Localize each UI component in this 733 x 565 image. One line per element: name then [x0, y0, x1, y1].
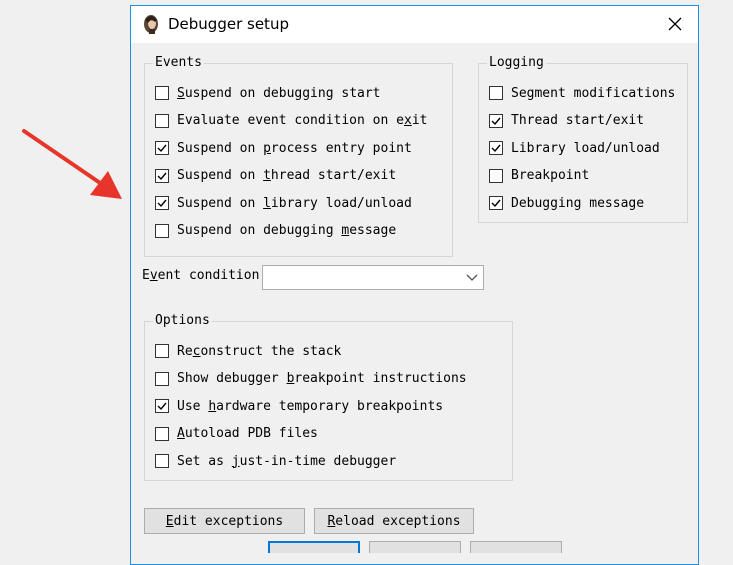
checkmark-icon — [157, 199, 167, 208]
checkmark-icon — [491, 144, 501, 153]
ida-portrait-icon — [144, 15, 158, 34]
events-legend: Events — [153, 55, 204, 70]
reload-exceptions-button[interactable]: Reload exceptions — [314, 508, 474, 534]
events-option-label: Suspend on thread start/exit — [177, 168, 397, 183]
events-option-0[interactable]: Suspend on debugging start — [155, 84, 381, 102]
checkmark-icon — [157, 402, 167, 411]
events-option-5[interactable]: Suspend on debugging message — [155, 222, 396, 240]
events-checkbox-2[interactable] — [155, 141, 169, 155]
events-option-label: Suspend on process entry point — [177, 140, 412, 156]
options-option-label: Show debugger breakpoint instructions — [177, 371, 467, 386]
help-button[interactable] — [470, 541, 562, 553]
options-option-3[interactable]: Autoload PDB files — [155, 425, 318, 443]
events-checkbox-5[interactable] — [155, 223, 169, 238]
options-checkbox-1[interactable] — [155, 371, 169, 386]
checkmark-icon — [491, 199, 501, 208]
options-checkbox-4[interactable] — [155, 454, 169, 468]
events-option-label: Suspend on debugging start — [177, 85, 381, 101]
options-option-label: Set as just-in-time debugger — [177, 453, 397, 469]
title-bar: Debugger setup — [131, 6, 698, 43]
options-checkbox-0[interactable] — [155, 344, 169, 358]
cancel-button[interactable] — [369, 541, 461, 553]
logging-checkbox-1[interactable] — [489, 113, 503, 128]
options-checkbox-3[interactable] — [155, 426, 169, 441]
checkmark-icon — [157, 144, 167, 153]
options-checkbox-2[interactable] — [155, 399, 169, 413]
logging-option-label: Breakpoint — [511, 168, 590, 183]
options-option-label: Use hardware temporary breakpoints — [177, 398, 444, 414]
logging-option-4[interactable]: Debugging message — [489, 194, 644, 212]
debugger-setup-dialog: Debugger setup Events Suspend on debuggi… — [130, 5, 699, 565]
edit-exceptions-button[interactable]: Edit exceptions — [144, 508, 305, 534]
options-option-2[interactable]: Use hardware temporary breakpoints — [155, 397, 443, 415]
logging-legend: Logging — [487, 55, 546, 70]
event-condition-label: Event condition — [142, 268, 260, 283]
logging-option-label: Segment modifications — [511, 85, 676, 101]
logging-option-label: Debugging message — [511, 195, 645, 211]
events-option-label: Evaluate event condition on exit — [177, 113, 428, 128]
events-option-1[interactable]: Evaluate event condition on exit — [155, 112, 427, 130]
events-option-3[interactable]: Suspend on thread start/exit — [155, 167, 396, 185]
checkmark-icon — [157, 172, 167, 180]
dialog-title: Debugger setup — [168, 15, 289, 33]
events-checkbox-0[interactable] — [155, 86, 169, 100]
events-checkbox-1[interactable] — [155, 113, 169, 128]
events-option-4[interactable]: Suspend on library load/unload — [155, 194, 412, 212]
logging-option-3[interactable]: Breakpoint — [489, 167, 589, 185]
logging-option-1[interactable]: Thread start/exit — [489, 112, 644, 130]
options-option-0[interactable]: Reconstruct the stack — [155, 342, 341, 360]
options-option-4[interactable]: Set as just-in-time debugger — [155, 452, 396, 470]
events-option-2[interactable]: Suspend on process entry point — [155, 139, 412, 157]
logging-checkbox-4[interactable] — [489, 196, 503, 210]
events-option-label: Suspend on library load/unload — [177, 195, 412, 211]
options-option-label: Autoload PDB files — [177, 426, 318, 441]
checkmark-icon — [491, 117, 501, 125]
events-checkbox-3[interactable] — [155, 168, 169, 183]
logging-checkbox-3[interactable] — [489, 168, 503, 183]
red-arrow-annotation — [22, 129, 122, 199]
close-icon — [668, 17, 682, 31]
logging-option-0[interactable]: Segment modifications — [489, 84, 675, 102]
events-option-label: Suspend on debugging message — [177, 223, 397, 238]
close-button[interactable] — [660, 9, 690, 39]
logging-checkbox-2[interactable] — [489, 141, 503, 155]
logging-option-2[interactable]: Library load/unload — [489, 139, 660, 157]
event-condition-combobox[interactable] — [262, 265, 484, 290]
chevron-down-icon — [466, 274, 478, 281]
options-legend: Options — [153, 313, 212, 328]
options-option-1[interactable]: Show debugger breakpoint instructions — [155, 370, 467, 388]
logging-checkbox-0[interactable] — [489, 86, 503, 100]
events-checkbox-4[interactable] — [155, 196, 169, 210]
options-option-label: Reconstruct the stack — [177, 343, 342, 359]
logging-option-label: Thread start/exit — [511, 113, 645, 128]
logging-option-label: Library load/unload — [511, 140, 660, 156]
ok-button[interactable] — [268, 541, 360, 553]
